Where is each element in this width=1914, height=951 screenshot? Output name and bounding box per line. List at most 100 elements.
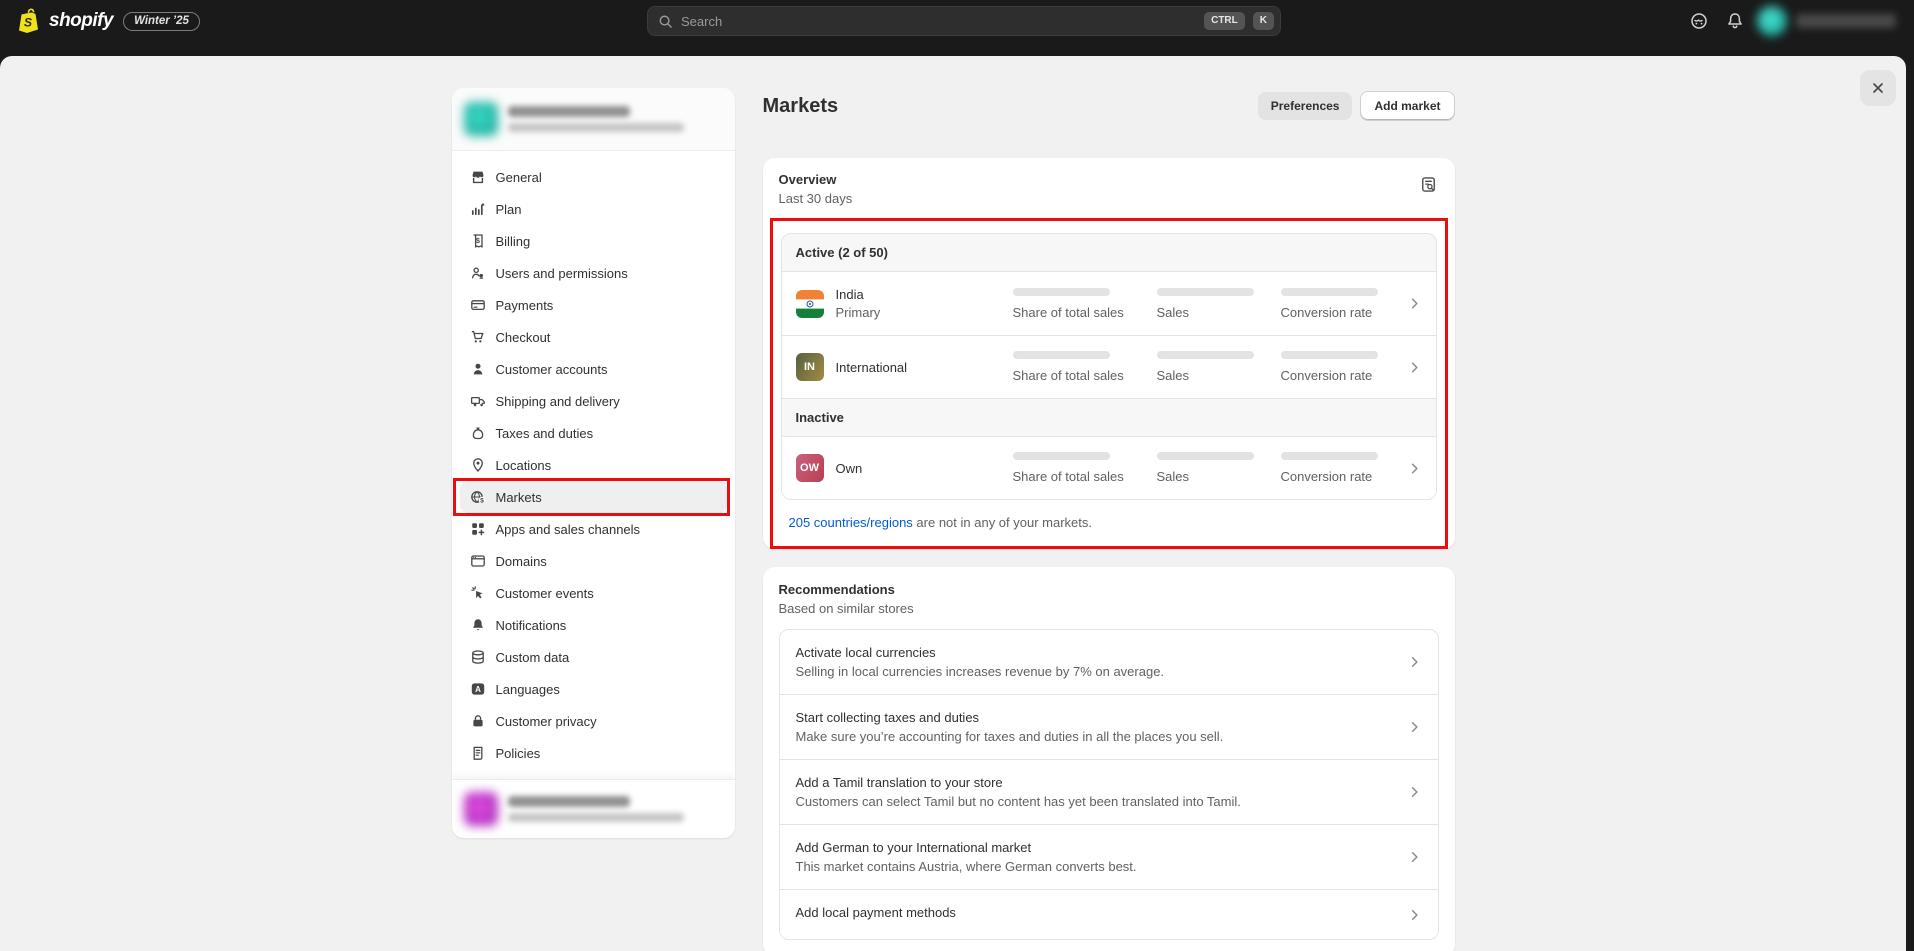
sidebar-item-users-and-permissions[interactable]: Users and permissions [460, 257, 727, 289]
plan-icon [470, 201, 486, 217]
sidebar-item-billing[interactable]: $ Billing [460, 225, 727, 257]
markets-table: Active (2 of 50) India Primary Share of … [781, 233, 1437, 500]
users-icon [470, 265, 486, 281]
sidebar-item-label: Languages [496, 682, 560, 697]
sidebar-item-checkout[interactable]: Checkout [460, 321, 727, 353]
sidebar-item-customer-accounts[interactable]: Customer accounts [460, 353, 727, 385]
add-market-button[interactable]: Add market [1360, 91, 1454, 121]
shopify-wordmark: shopify [49, 10, 113, 32]
market-row-own[interactable]: OW Own Share of total sales Sales Conver… [782, 437, 1436, 499]
taxes-icon [470, 425, 486, 441]
other-store-switcher[interactable] [452, 779, 735, 838]
sidebar-item-label: Custom data [496, 650, 570, 665]
other-store-avatar [464, 792, 498, 826]
document-icon [470, 745, 486, 761]
recommendation-add-german-to-your-international-market[interactable]: Add German to your International market … [780, 825, 1438, 890]
recommendation-activate-local-currencies[interactable]: Activate local currencies Selling in loc… [780, 630, 1438, 695]
bell-icon [470, 617, 486, 633]
skeleton-bar [1013, 288, 1110, 296]
truck-icon [470, 393, 486, 409]
recommendation-title: Add local payment methods [796, 905, 1394, 920]
account-menu[interactable] [1755, 4, 1908, 38]
metric-sales: Sales [1157, 452, 1269, 484]
metric-conversion-rate: Conversion rate [1281, 452, 1393, 484]
metric-label: Conversion rate [1281, 368, 1393, 383]
shopify-logo[interactable]: S shopify [16, 7, 113, 35]
sidebar-item-label: Users and permissions [496, 266, 628, 281]
sidebar-item-label: Apps and sales channels [496, 522, 641, 537]
notifications-button[interactable] [1719, 5, 1751, 37]
chevron-right-icon [1407, 850, 1422, 865]
store-name-redacted [1796, 14, 1896, 28]
market-name: Own [836, 461, 1001, 476]
recommendation-description: This market contains Austria, where Germ… [796, 859, 1394, 874]
market-subtitle: Primary [836, 305, 1001, 320]
section-header-active-2-of-50: Active (2 of 50) [782, 234, 1436, 272]
close-button[interactable] [1860, 70, 1896, 106]
sidebar-item-plan[interactable]: Plan [460, 193, 727, 225]
recommendation-add-local-payment-methods[interactable]: Add local payment methods [780, 890, 1438, 939]
sidebar-item-locations[interactable]: Locations [460, 449, 727, 481]
skeleton-bar [1157, 351, 1254, 359]
recommendation-description: Customers can select Tamil but no conten… [796, 794, 1394, 809]
settings-modal: General Plan $ Billing Users and permiss… [0, 56, 1906, 951]
topbar-right [1683, 0, 1908, 42]
countries-link[interactable]: 205 countries/regions [789, 515, 913, 530]
market-name-cell: India Primary [836, 287, 1001, 320]
bell-icon [1725, 11, 1745, 31]
metric-share-of-total-sales: Share of total sales [1013, 452, 1145, 484]
shopify-bag-icon: S [16, 7, 42, 35]
sidebar-item-shipping-and-delivery[interactable]: Shipping and delivery [460, 385, 727, 417]
metric-sales: Sales [1157, 351, 1269, 383]
sidebar-item-markets[interactable]: $ Markets [460, 481, 727, 513]
sidebar-item-payments[interactable]: Payments [460, 289, 727, 321]
apps-icon [470, 521, 486, 537]
lock-icon [470, 713, 486, 729]
settings-nav: General Plan $ Billing Users and permiss… [452, 151, 735, 779]
sidebar-item-label: Policies [496, 746, 541, 761]
chevron-right-icon [1407, 655, 1422, 670]
checkout-icon [470, 329, 486, 345]
sidebar-item-label: Payments [496, 298, 554, 313]
view-report-button[interactable] [1415, 170, 1443, 198]
sidebar-item-domains[interactable]: Domains [460, 545, 727, 577]
search-input[interactable] [681, 14, 1196, 29]
annotation-box-overview: Active (2 of 50) India Primary Share of … [770, 218, 1448, 549]
market-row-international[interactable]: IN International Share of total sales Sa… [782, 336, 1436, 399]
current-store-switcher[interactable] [452, 88, 735, 151]
chevron-right-icon [1407, 461, 1422, 476]
skeleton-bar [1157, 288, 1254, 296]
sidebar-item-taxes-and-duties[interactable]: Taxes and duties [460, 417, 727, 449]
recommendation-description: Selling in local currencies increases re… [796, 664, 1394, 679]
chevron-right-icon [1407, 360, 1422, 375]
sidebar-item-languages[interactable]: A Languages [460, 673, 727, 705]
translate-icon: A [470, 681, 486, 697]
sidebar-item-general[interactable]: General [460, 161, 727, 193]
market-row-india[interactable]: India Primary Share of total sales Sales… [782, 272, 1436, 336]
sidebar-item-apps-and-sales-channels[interactable]: Apps and sales channels [460, 513, 727, 545]
overview-subtitle: Last 30 days [779, 191, 1439, 206]
metric-label: Share of total sales [1013, 368, 1145, 383]
sidebar-item-custom-data[interactable]: Custom data [460, 641, 727, 673]
overview-card: Overview Last 30 days Active (2 of 50) I… [763, 158, 1455, 549]
sidebar-item-notifications[interactable]: Notifications [460, 609, 727, 641]
recommendation-add-a-tamil-translation-to-your-store[interactable]: Add a Tamil translation to your store Cu… [780, 760, 1438, 825]
preferences-button[interactable]: Preferences [1258, 92, 1353, 120]
global-search[interactable]: CTRL K [647, 6, 1281, 36]
sidebar-item-customer-events[interactable]: Customer events [460, 577, 727, 609]
chevron-right-icon [1407, 785, 1422, 800]
billing-icon: $ [470, 233, 486, 249]
sidebar-item-policies[interactable]: Policies [460, 737, 727, 769]
sidebar-item-label: Checkout [496, 330, 551, 345]
sidekick-button[interactable] [1683, 5, 1715, 37]
recommendation-description: Make sure you’re accounting for taxes an… [796, 729, 1394, 744]
settings-content: Markets Preferences Add market Overview … [763, 88, 1455, 951]
recommendation-start-collecting-taxes-and-duties[interactable]: Start collecting taxes and duties Make s… [780, 695, 1438, 760]
section-header-inactive: Inactive [782, 399, 1436, 437]
sidebar-item-label: Billing [496, 234, 531, 249]
metric-share-of-total-sales: Share of total sales [1013, 351, 1145, 383]
svg-text:S: S [24, 16, 32, 30]
recommendations-title: Recommendations [779, 582, 1439, 597]
release-badge: Winter ’25 [123, 12, 200, 31]
sidebar-item-customer-privacy[interactable]: Customer privacy [460, 705, 727, 737]
